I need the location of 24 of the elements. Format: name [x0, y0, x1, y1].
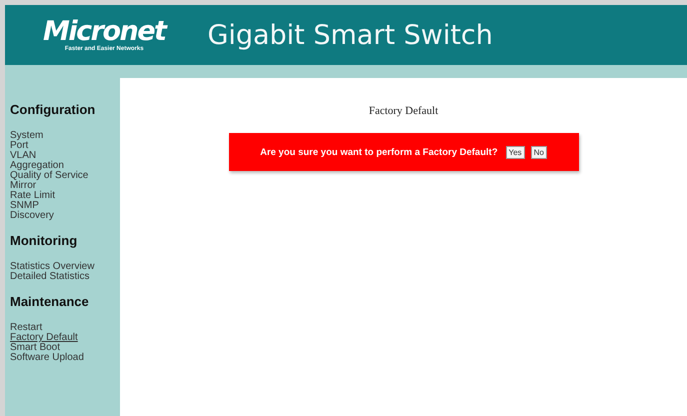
confirm-button[interactable]: Yes: [506, 146, 525, 158]
nav-link[interactable]: Discovery: [10, 211, 120, 221]
nav-link[interactable]: Mirror: [10, 181, 120, 191]
logo: Micronet: [43, 18, 166, 46]
confirm-message: Are you sure you want to perform a Factory Default?: [260, 146, 498, 158]
nav-link[interactable]: Software Upload: [10, 353, 120, 363]
confirm-button[interactable]: No: [530, 146, 547, 158]
nav-link[interactable]: Factory Default: [10, 333, 120, 343]
section-title: Monitoring: [10, 233, 78, 248]
nav-link[interactable]: Statistics Overview: [10, 262, 120, 272]
nav-link[interactable]: Port: [10, 141, 120, 151]
section-title: Configuration: [10, 102, 96, 117]
nav-link[interactable]: Restart: [10, 323, 120, 333]
nav-link[interactable]: Smart Boot: [10, 343, 120, 353]
nav-link[interactable]: Quality of Service: [10, 171, 120, 181]
nav-link[interactable]: System: [10, 131, 120, 141]
nav-link[interactable]: Aggregation: [10, 161, 120, 171]
app-title: Gigabit Smart Switch: [207, 20, 493, 50]
nav-link[interactable]: VLAN: [10, 151, 120, 161]
nav-link[interactable]: SNMP: [10, 201, 120, 211]
section-title: Maintenance: [10, 294, 90, 309]
page-title: Factory Default: [368, 105, 438, 117]
nav-link[interactable]: Rate Limit: [10, 191, 120, 201]
nav-link[interactable]: Detailed Statistics: [10, 272, 120, 282]
